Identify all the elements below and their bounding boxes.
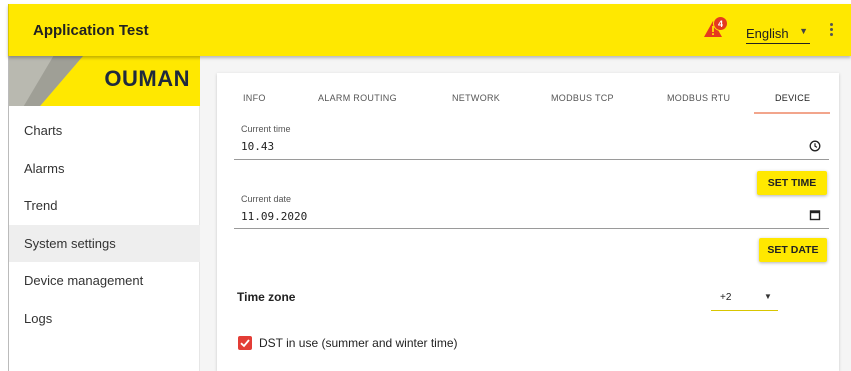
tab-network[interactable]: NETWORK: [452, 93, 500, 103]
dst-label: DST in use (summer and winter time): [259, 336, 458, 350]
app-title: Application Test: [33, 22, 149, 39]
time-zone-value: +2: [720, 292, 732, 303]
current-time-input[interactable]: 10.43: [241, 140, 274, 153]
sidebar-item-system-settings[interactable]: System settings: [9, 224, 200, 262]
sidebar: OUMAN Charts Alarms Trend System setting…: [9, 56, 200, 371]
chevron-down-icon: ▼: [799, 26, 808, 36]
alarm-button[interactable]: 4: [703, 16, 733, 44]
checkmark-icon: [240, 339, 250, 348]
current-time-underline: [234, 159, 829, 160]
language-value: English: [746, 26, 789, 41]
current-time-label: Current time: [241, 124, 291, 134]
current-date-input[interactable]: 11.09.2020: [241, 210, 307, 223]
chevron-down-icon: ▼: [764, 292, 772, 301]
settings-card: INFO ALARM ROUTING NETWORK MODBUS TCP MO…: [217, 73, 839, 371]
current-date-underline: [234, 228, 829, 229]
dst-checkbox[interactable]: [238, 336, 252, 350]
tab-info[interactable]: INFO: [243, 93, 266, 103]
calendar-icon[interactable]: [809, 209, 821, 221]
tab-modbus-rtu[interactable]: MODBUS RTU: [667, 93, 730, 103]
language-select[interactable]: English ▼: [746, 26, 810, 44]
current-date-label: Current date: [241, 194, 292, 204]
sidebar-item-device-management[interactable]: Device management: [9, 262, 200, 300]
ouman-logo: OUMAN: [9, 56, 200, 106]
alarm-count-badge: 4: [713, 16, 728, 31]
clock-icon[interactable]: [809, 140, 821, 152]
sidebar-item-alarms[interactable]: Alarms: [9, 150, 200, 188]
tab-device[interactable]: DEVICE: [775, 93, 810, 103]
settings-tabs: INFO ALARM ROUTING NETWORK MODBUS TCP MO…: [217, 73, 839, 114]
active-tab-indicator: [754, 112, 830, 114]
set-time-button[interactable]: SET TIME: [757, 171, 827, 195]
logo-text: OUMAN: [104, 66, 190, 91]
more-menu-icon[interactable]: [826, 21, 836, 43]
tab-modbus-tcp[interactable]: MODBUS TCP: [551, 93, 614, 103]
sidebar-nav: Charts Alarms Trend System settings Devi…: [9, 112, 200, 337]
sidebar-item-charts[interactable]: Charts: [9, 112, 200, 150]
app-header: Application Test 4 English ▼: [8, 4, 851, 56]
sidebar-item-trend[interactable]: Trend: [9, 187, 200, 225]
time-zone-select[interactable]: +2 ▼: [711, 287, 778, 311]
sidebar-item-logs[interactable]: Logs: [9, 300, 200, 338]
time-zone-label: Time zone: [237, 290, 296, 304]
tab-alarm-routing[interactable]: ALARM ROUTING: [318, 93, 397, 103]
set-date-button[interactable]: SET DATE: [759, 238, 827, 262]
